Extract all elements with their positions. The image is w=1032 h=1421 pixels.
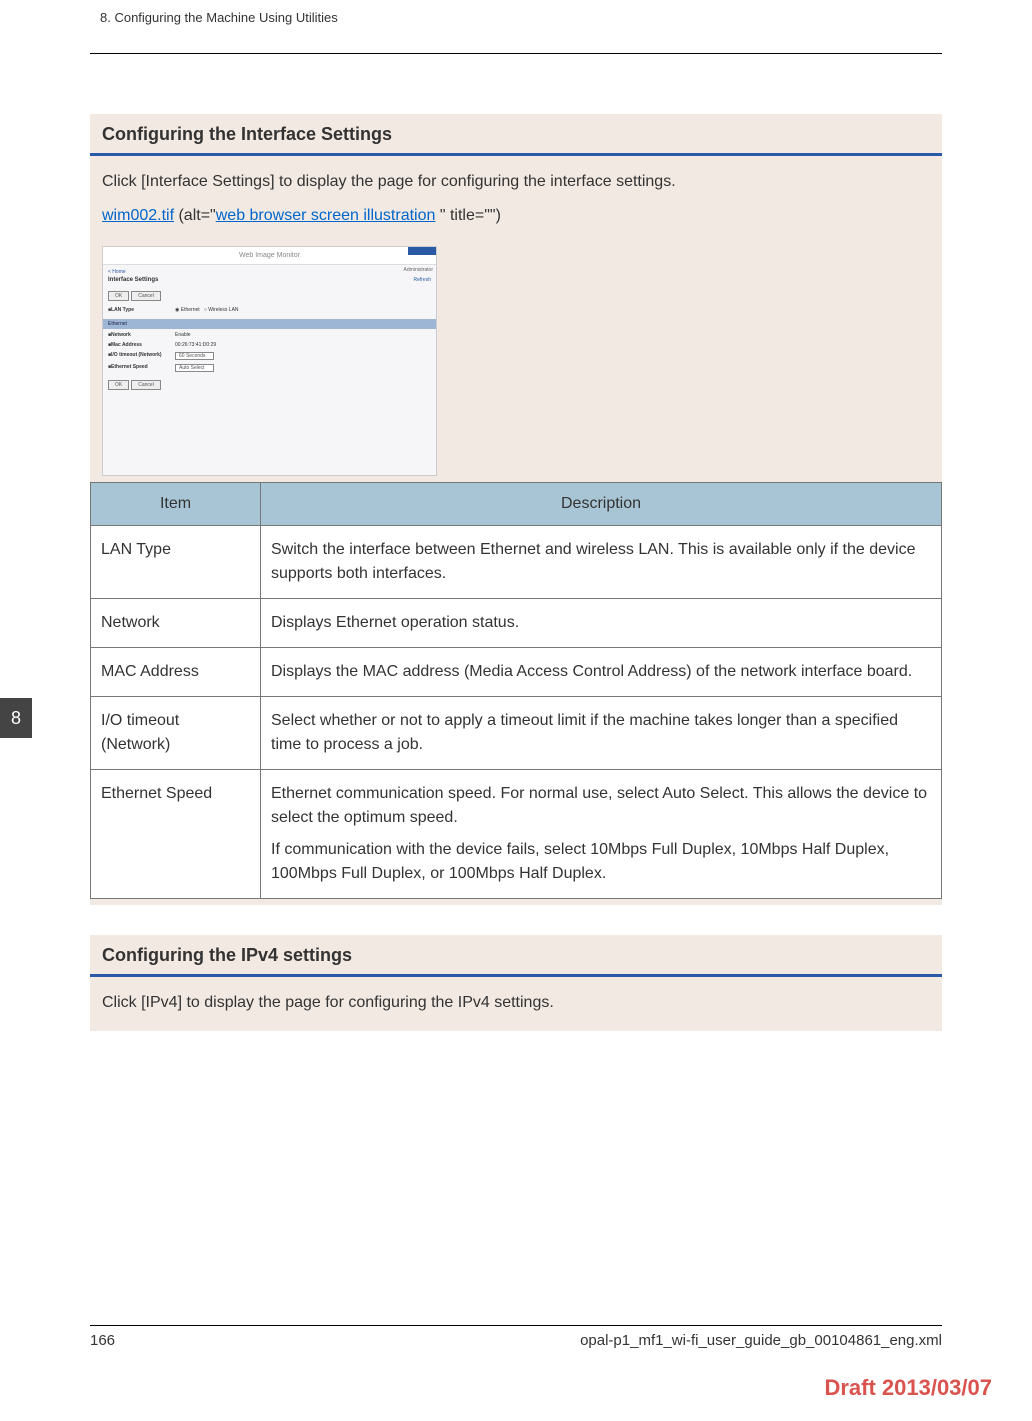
ss-mac-val: 00:26:73:41:D0:29 — [175, 342, 216, 348]
ss-net-label: ■Network — [108, 332, 163, 338]
th-desc: Description — [261, 483, 942, 526]
ss-button-row-top: OK Cancel — [108, 291, 161, 301]
ss-cancel-button-2[interactable]: Cancel — [131, 380, 161, 390]
cell-item: LAN Type — [91, 526, 261, 599]
cell-desc: Select whether or not to apply a timeout… — [261, 697, 942, 770]
section-title: Configuring the Interface Settings — [90, 114, 942, 156]
table-row: MAC Address Displays the MAC address (Me… — [91, 648, 942, 697]
cell-desc: Switch the interface between Ethernet an… — [261, 526, 942, 599]
section-title: Configuring the IPv4 settings — [90, 935, 942, 977]
section-intro: Click [Interface Settings] to display th… — [102, 170, 930, 194]
ss-lan-opt1: Ethernet — [181, 307, 200, 313]
draft-stamp: Draft 2013/03/07 — [824, 1375, 992, 1401]
table-row: Ethernet Speed Ethernet communication sp… — [91, 770, 942, 899]
table-row: LAN Type Switch the interface between Et… — [91, 526, 942, 599]
cell-item: I/O timeout (Network) — [91, 697, 261, 770]
ss-cancel-button[interactable]: Cancel — [131, 291, 161, 301]
ss-spd-label: ■Ethernet Speed — [108, 364, 163, 372]
header-rule — [90, 53, 942, 54]
ss-lan-opt2: Wireless LAN — [208, 307, 238, 313]
ss-ok-button[interactable]: OK — [108, 291, 129, 301]
ss-lan-opts[interactable]: ◉ Ethernet ○ Wireless LAN — [175, 307, 239, 313]
ss-eth-header-label: Ethernet — [103, 321, 127, 327]
cell-desc: Ethernet communication speed. For normal… — [261, 770, 942, 899]
ss-app-title: Web Image Monitor — [103, 247, 436, 265]
ss-ok-button-2[interactable]: OK — [108, 380, 129, 390]
cell-item: Network — [91, 599, 261, 648]
cell-desc-p1: Ethernet communication speed. For normal… — [271, 782, 931, 830]
page-number: 166 — [90, 1332, 115, 1349]
chapter-header: 8. Configuring the Machine Using Utiliti… — [90, 10, 942, 25]
settings-table: Item Description LAN Type Switch the int… — [90, 482, 942, 899]
table-row: Network Displays Ethernet operation stat… — [91, 599, 942, 648]
section-intro: Click [IPv4] to display the page for con… — [102, 991, 930, 1015]
th-item: Item — [91, 483, 261, 526]
chapter-side-tab: 8 — [0, 698, 32, 738]
ss-page-title: Interface Settings — [108, 277, 158, 283]
ss-net-val: Enable — [175, 332, 191, 338]
ss-refresh-link[interactable]: Refresh — [413, 277, 431, 283]
ss-io-select[interactable]: 60 Seconds — [175, 352, 214, 360]
ss-io-label: ■I/O timeout (Network) — [108, 352, 163, 360]
section-interface-settings: Configuring the Interface Settings Click… — [90, 114, 942, 905]
ss-ethernet-bar: Ethernet — [103, 319, 436, 329]
ss-home-link[interactable]: < Home — [108, 269, 126, 275]
page-footer: 166 opal-p1_mf1_wi-fi_user_guide_gb_0010… — [90, 1325, 942, 1349]
cell-desc: Displays the MAC address (Media Access C… — [261, 648, 942, 697]
ss-mac-label: ■Mac Address — [108, 342, 163, 348]
section-ipv4-settings: Configuring the IPv4 settings Click [IPv… — [90, 935, 942, 1031]
ss-admin-label: Administrator — [404, 267, 433, 273]
cell-desc-p2: If communication with the device fails, … — [271, 838, 931, 886]
cell-desc: Displays Ethernet operation status. — [261, 599, 942, 648]
ss-spd-select[interactable]: Auto Select — [175, 364, 214, 372]
ss-button-row-bottom: OK Cancel — [108, 380, 161, 390]
alt-post: " title="") — [435, 207, 501, 224]
alt-pre: (alt=" — [174, 207, 216, 224]
image-reference: wim002.tif (alt="web browser screen illu… — [102, 204, 930, 228]
cell-item: MAC Address — [91, 648, 261, 697]
browser-screenshot: Web Image Monitor < Home Administrator I… — [102, 246, 437, 476]
image-alt-link[interactable]: web browser screen illustration — [216, 207, 436, 224]
image-file-link[interactable]: wim002.tif — [102, 207, 174, 224]
doc-reference: opal-p1_mf1_wi-fi_user_guide_gb_00104861… — [580, 1332, 942, 1349]
ss-lan-label: ■LAN Type — [108, 307, 163, 313]
cell-item: Ethernet Speed — [91, 770, 261, 899]
table-row: I/O timeout (Network) Select whether or … — [91, 697, 942, 770]
